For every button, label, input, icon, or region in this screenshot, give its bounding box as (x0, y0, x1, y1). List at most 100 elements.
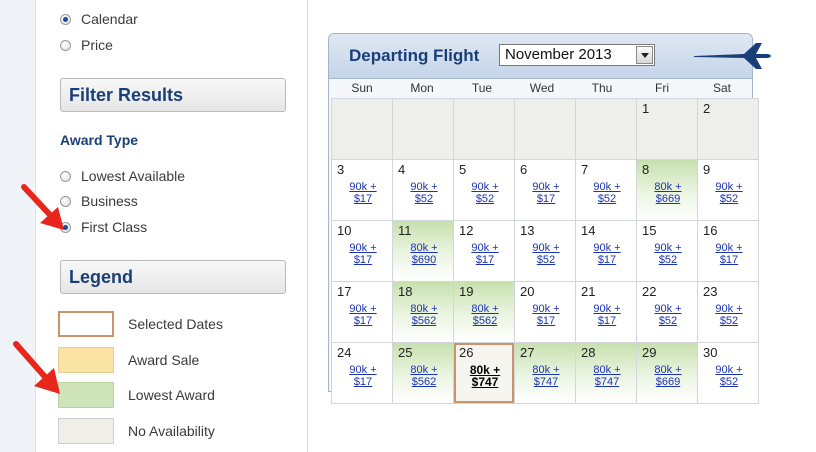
calendar-day-cell[interactable]: 26 80k + $747 (454, 343, 514, 403)
weekday-label: Wed (529, 81, 555, 95)
fare-link[interactable]: 80k + $669 (648, 181, 688, 205)
fare-link[interactable]: 80k + $747 (587, 364, 627, 388)
fare-link[interactable]: 90k + $52 (648, 303, 688, 327)
weekday-label: Fri (655, 81, 669, 95)
day-number: 5 (459, 162, 467, 177)
calendar-day-cell[interactable]: 27 80k + $747 (515, 343, 575, 403)
fare-link[interactable]: 80k + $669 (648, 364, 688, 388)
radio-label: Price (81, 37, 113, 53)
fare-link[interactable]: 90k + $52 (404, 181, 444, 205)
fare-link[interactable]: 90k + $52 (709, 364, 749, 388)
calendar-day-cell[interactable]: 19 80k + $562 (454, 282, 514, 342)
sidebar: Calendar Price Filter Results Award Type… (36, 0, 306, 452)
day-number: 19 (459, 284, 474, 299)
radio-award-lowest[interactable]: Lowest Available (60, 167, 185, 185)
radio-button[interactable] (60, 170, 71, 182)
calendar-day-cell: 2 (698, 99, 758, 159)
fare-link[interactable]: 90k + $52 (465, 181, 505, 205)
radio-award-first-class[interactable]: First Class (60, 218, 147, 236)
calendar-day-cell[interactable]: 13 90k + $52 (515, 221, 575, 281)
fare-link[interactable]: 90k + $17 (709, 242, 749, 266)
day-number: 30 (703, 345, 718, 360)
radio-sort-calendar[interactable]: Calendar (60, 10, 138, 28)
fare-link[interactable]: 90k + $17 (343, 242, 383, 266)
radio-label: Lowest Available (81, 168, 186, 184)
calendar-day-cell[interactable]: 17 90k + $17 (332, 282, 392, 342)
calendar-day-cell[interactable]: 6 90k + $17 (515, 160, 575, 220)
fare-link[interactable]: 90k + $17 (343, 181, 383, 205)
calendar-day-cell[interactable]: 29 80k + $669 (637, 343, 697, 403)
calendar-day-cell[interactable]: 15 90k + $52 (637, 221, 697, 281)
calendar-day-cell[interactable]: 30 90k + $52 (698, 343, 758, 403)
calendar-day-cell[interactable]: 14 90k + $17 (576, 221, 636, 281)
fare-link[interactable]: 90k + $52 (587, 181, 627, 205)
calendar-day-cell[interactable]: 25 80k + $562 (393, 343, 453, 403)
calendar-empty-cell (454, 99, 514, 159)
radio-sort-price[interactable]: Price (60, 36, 113, 54)
day-number: 15 (642, 223, 657, 238)
legend-label: No Availability (128, 423, 215, 439)
fare-link[interactable]: 90k + $52 (526, 242, 566, 266)
day-number: 23 (703, 284, 718, 299)
calendar-day-cell[interactable]: 28 80k + $747 (576, 343, 636, 403)
legend-swatch (58, 311, 114, 337)
calendar-day-cell[interactable]: 22 90k + $52 (637, 282, 697, 342)
legend-header[interactable]: Legend (60, 260, 286, 294)
calendar-day-cell[interactable]: 18 80k + $562 (393, 282, 453, 342)
calendar-day-cell[interactable]: 4 90k + $52 (393, 160, 453, 220)
fare-link[interactable]: 90k + $17 (343, 303, 383, 327)
calendar-day-cell[interactable]: 11 80k + $690 (393, 221, 453, 281)
radio-button[interactable] (60, 39, 71, 51)
radio-button[interactable] (60, 13, 71, 25)
fare-link[interactable]: 90k + $17 (465, 242, 505, 266)
fare-link[interactable]: 90k + $52 (709, 181, 749, 205)
filter-results-header[interactable]: Filter Results (60, 78, 286, 112)
fare-link[interactable]: 80k + $562 (465, 303, 505, 327)
calendar-day-cell[interactable]: 23 90k + $52 (698, 282, 758, 342)
fare-link[interactable]: 90k + $17 (526, 303, 566, 327)
fare-link[interactable]: 80k + $562 (404, 364, 444, 388)
fare-link[interactable]: 80k + $747 (465, 364, 505, 388)
calendar-day-cell[interactable]: 7 90k + $52 (576, 160, 636, 220)
fare-link[interactable]: 80k + $562 (404, 303, 444, 327)
award-type-heading: Award Type (60, 132, 139, 148)
calendar-day-cell[interactable]: 10 90k + $17 (332, 221, 392, 281)
fare-link[interactable]: 90k + $17 (526, 181, 566, 205)
chevron-down-icon[interactable] (636, 46, 653, 64)
fare-link[interactable]: 90k + $17 (587, 242, 627, 266)
day-number: 14 (581, 223, 596, 238)
calendar-day-cell[interactable]: 9 90k + $52 (698, 160, 758, 220)
day-number: 26 (459, 345, 474, 360)
day-number: 25 (398, 345, 413, 360)
fare-link[interactable]: 90k + $52 (648, 242, 688, 266)
airplane-icon (694, 43, 771, 69)
calendar-day-cell[interactable]: 21 90k + $17 (576, 282, 636, 342)
fare-link[interactable]: 80k + $747 (526, 364, 566, 388)
legend-swatch (58, 418, 114, 444)
radio-label: Business (81, 193, 138, 209)
calendar-day-cell[interactable]: 20 90k + $17 (515, 282, 575, 342)
calendar-grid: 1 2 3 90k + $17 4 90k + $52 5 90k + $52 6 90k + $… (331, 98, 759, 404)
fare-link[interactable]: 90k + $17 (343, 364, 383, 388)
calendar-day-cell[interactable]: 3 90k + $17 (332, 160, 392, 220)
month-select[interactable]: November 2013 (499, 44, 655, 66)
fare-link[interactable]: 90k + $52 (709, 303, 749, 327)
day-number: 16 (703, 223, 718, 238)
red-arrow-icon (21, 184, 64, 230)
day-number: 29 (642, 345, 657, 360)
calendar-day-cell[interactable]: 12 90k + $17 (454, 221, 514, 281)
calendar-day-cell[interactable]: 16 90k + $17 (698, 221, 758, 281)
calendar-day-cell[interactable]: 5 90k + $52 (454, 160, 514, 220)
fare-link[interactable]: 90k + $17 (587, 303, 627, 327)
calendar-day-cell[interactable]: 8 80k + $669 (637, 160, 697, 220)
fare-link[interactable]: 80k + $690 (404, 242, 444, 266)
legend-swatch (58, 347, 114, 373)
day-number: 13 (520, 223, 535, 238)
radio-award-business[interactable]: Business (60, 192, 138, 210)
weekday-label: Sat (712, 81, 731, 95)
day-number: 21 (581, 284, 596, 299)
calendar-day-cell[interactable]: 24 90k + $17 (332, 343, 392, 403)
day-number: 27 (520, 345, 535, 360)
radio-label: First Class (81, 219, 148, 235)
weekday-label: Tue (471, 81, 493, 95)
